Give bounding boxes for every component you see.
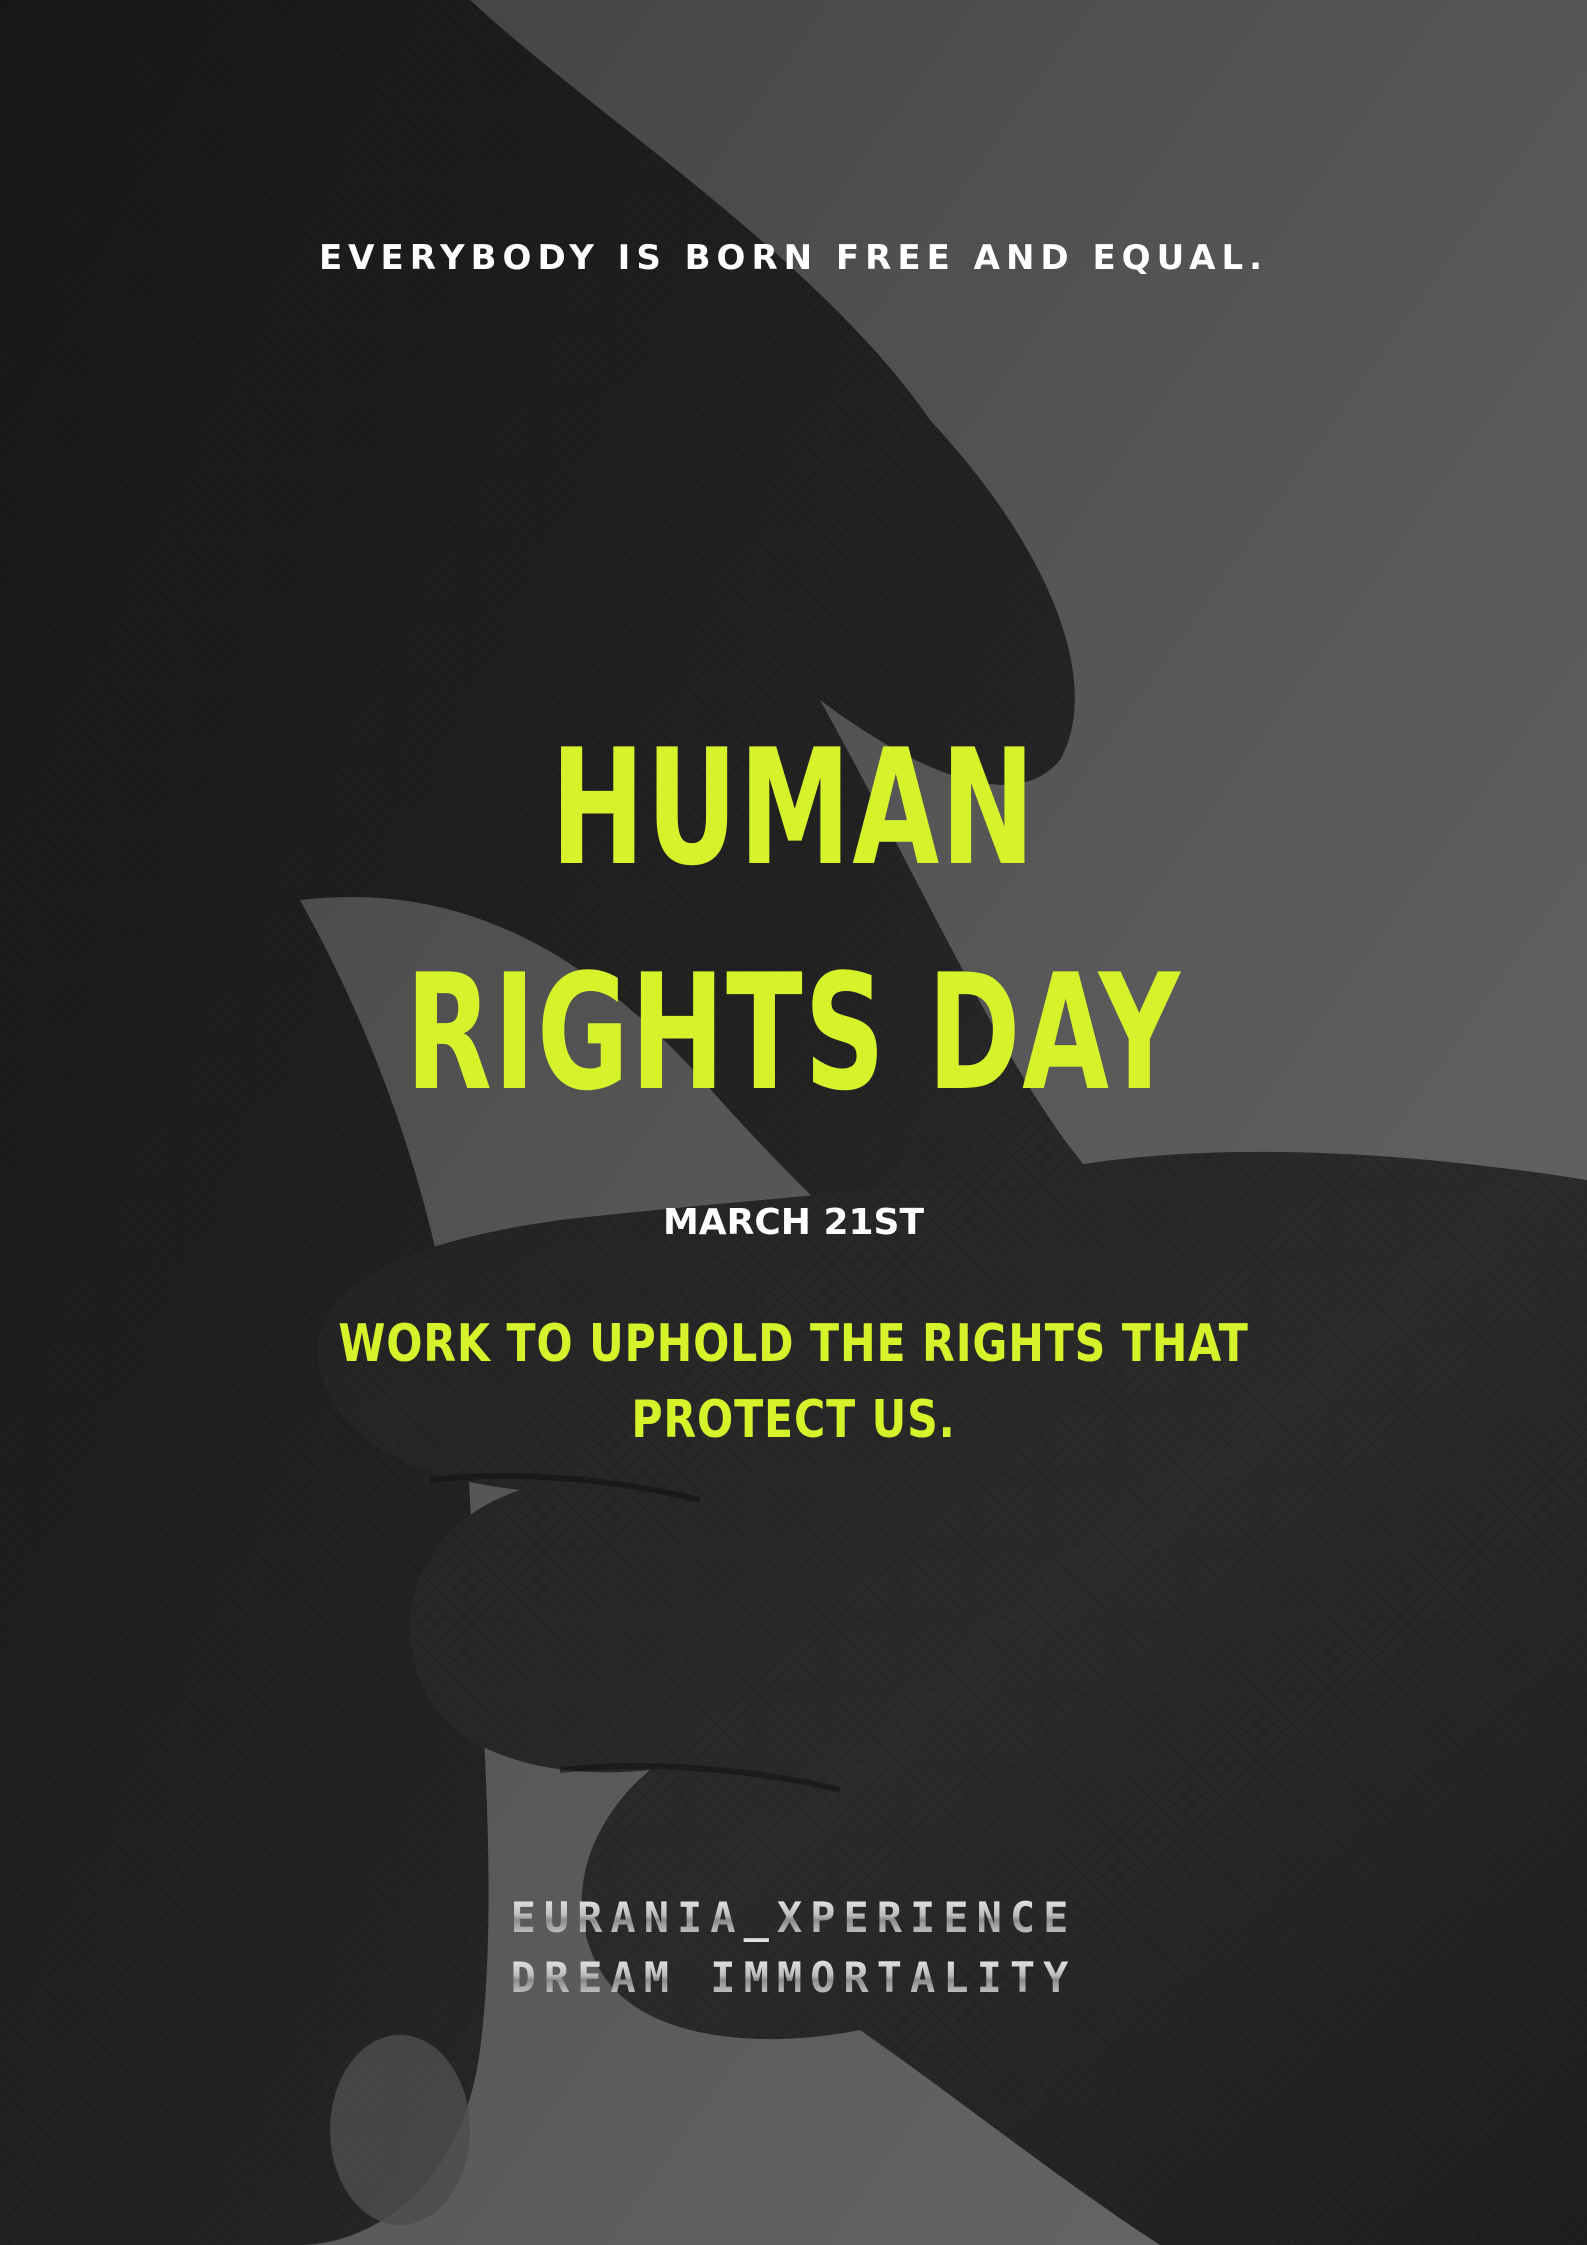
tagline: EVERYBODY IS BORN FREE AND EQUAL. (318, 238, 1269, 278)
poster: EVERYBODY IS BORN FREE AND EQUAL. HUMAN … (0, 0, 1587, 2245)
signature-line-1: EURANIA_XPERIENCE (0, 1893, 1587, 1942)
title-line-2: RIGHTS DAY (405, 939, 1182, 1126)
message-line-1: WORK TO UPHOLD THE RIGHTS THAT (338, 1314, 1249, 1374)
text-overlay: EVERYBODY IS BORN FREE AND EQUAL. HUMAN … (0, 0, 1587, 2245)
message-line-2: PROTECT US. (631, 1390, 956, 1450)
event-date: MARCH 21ST (662, 1202, 925, 1243)
title-line-1: HUMAN (550, 714, 1037, 901)
signature-line-2: DREAM IMMORTALITY (0, 1953, 1587, 2002)
